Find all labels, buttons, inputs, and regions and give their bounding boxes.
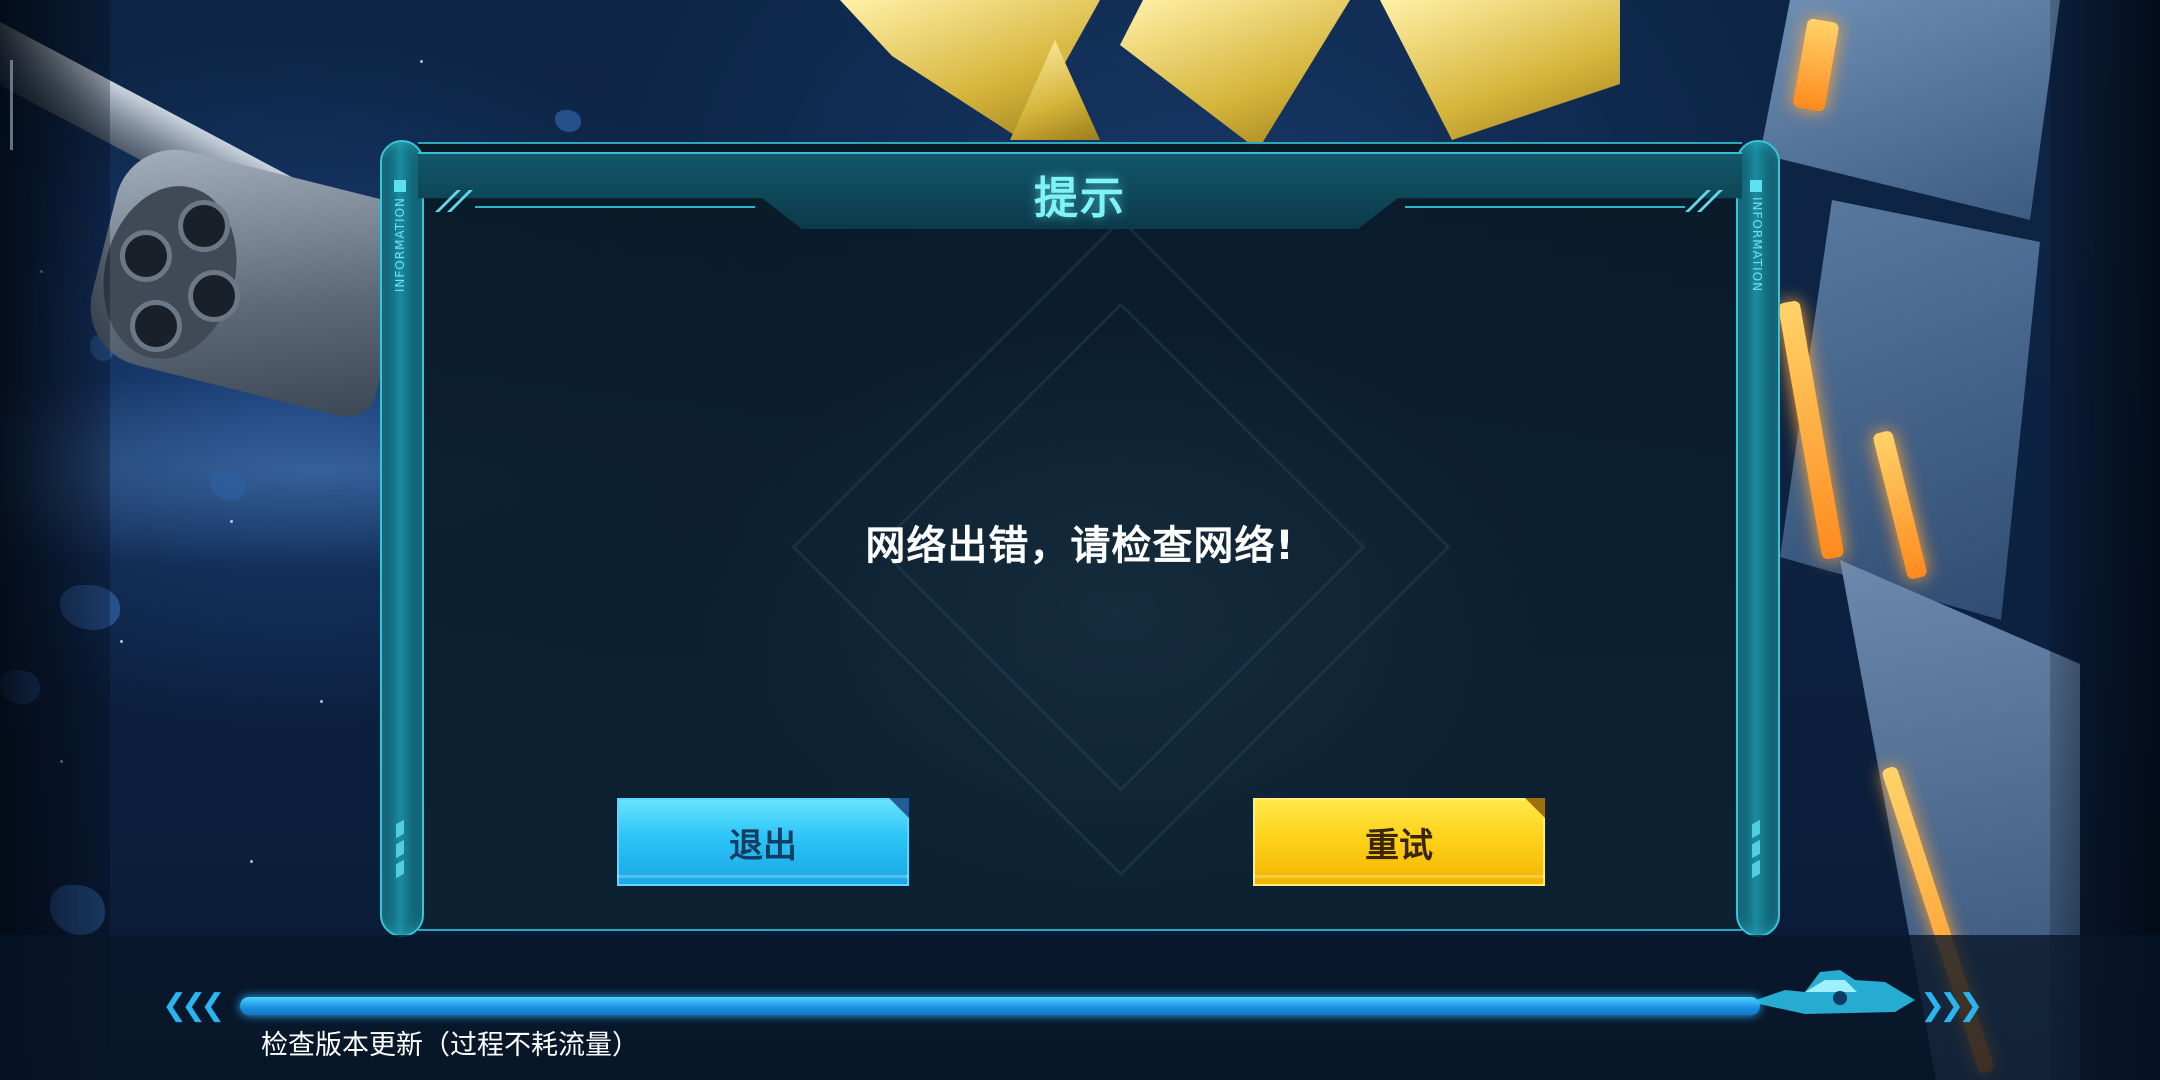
frame-notch [396,859,404,879]
cannon-hole [120,230,172,282]
star [250,860,253,863]
exit-button[interactable]: 退出 [617,798,909,886]
frame-notch [1752,859,1760,879]
star [120,640,123,643]
star [230,520,233,523]
button-stripe [1253,875,1545,878]
star [420,60,423,63]
exit-button-label: 退出 [729,825,797,866]
asteroid [555,110,581,132]
frame-notch [1752,819,1760,839]
cannon-hole [130,300,182,352]
star [320,700,323,703]
frame-notch [396,839,404,859]
cannon-hole [188,270,240,322]
progress-fill [240,997,1760,1015]
spaceship-icon [1750,970,1915,1014]
update-status-text: 检查版本更新（过程不耗流量） [261,1030,639,1061]
left-vignette [0,0,110,1080]
button-corner [889,798,909,818]
update-progress-bar [240,997,1760,1015]
network-error-dialog: INFORMATION INFORMATION 提示 网络出错，请检查网络! 退… [380,140,1780,937]
chevron-right-icon: ❯❯❯ [1920,988,1983,1023]
dialog-title: 提示 [1034,173,1126,224]
frame-notch [1752,839,1760,859]
retry-button[interactable]: 重试 [1253,798,1545,886]
edge-handle [10,60,13,150]
error-message: 网络出错，请检查网络! [865,523,1295,569]
chevron-left-icon: ❮❮❮ [162,988,225,1023]
right-vignette [2050,0,2160,1080]
frame-notch [396,819,404,839]
button-stripe [617,875,909,878]
button-corner [1525,798,1545,818]
cannon-hole [178,200,230,252]
retry-button-label: 重试 [1365,825,1433,866]
